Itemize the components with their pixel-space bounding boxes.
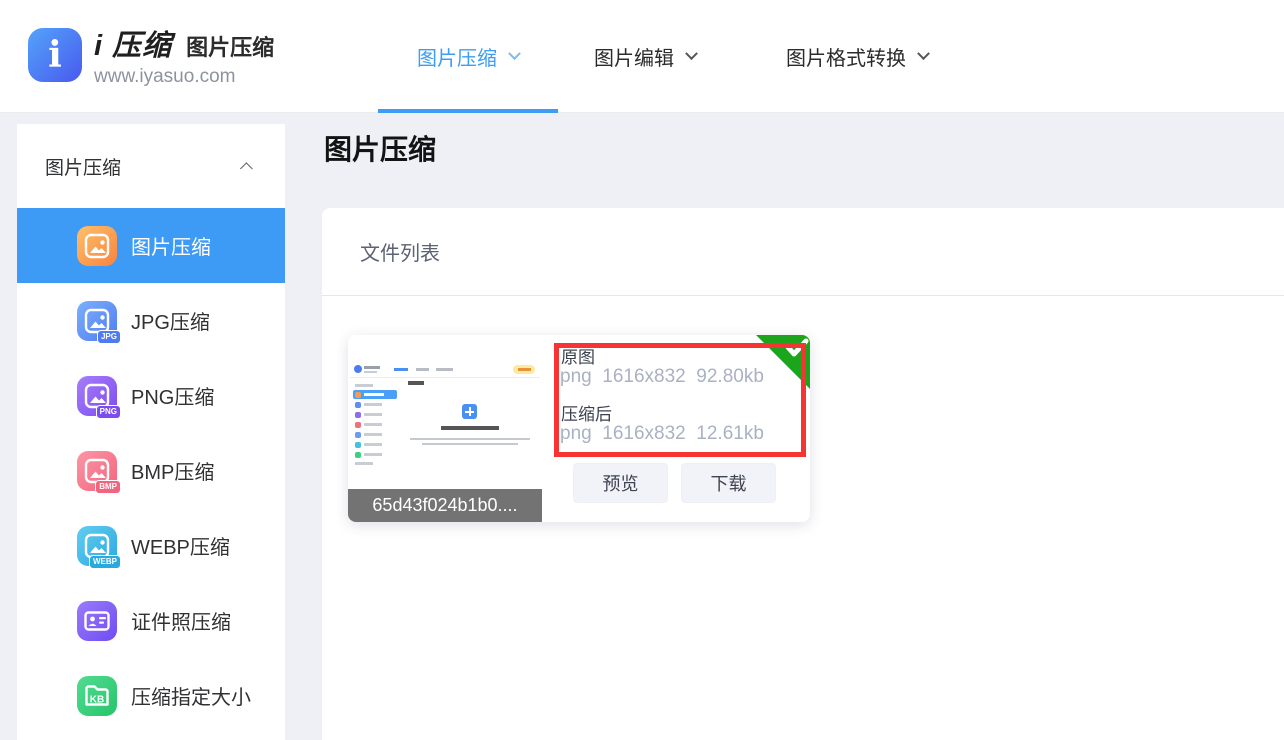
sidebar-item-label: 图片压缩	[131, 231, 211, 260]
top-header: i i 压缩 图片压缩 www.iyasuo.com 图片压缩 图片编辑 图片格…	[0, 0, 1284, 113]
sidebar-item-label: WEBP压缩	[131, 531, 230, 560]
chevron-down-icon	[917, 47, 930, 60]
sidebar-item-png-compress[interactable]: PNG PNG压缩	[17, 358, 285, 433]
preview-button[interactable]: 预览	[573, 463, 668, 503]
png-badge: PNG	[96, 405, 121, 419]
sidebar-item-label: 压缩指定大小	[131, 681, 251, 710]
png-compress-icon: PNG	[77, 376, 117, 416]
brand-name: i 压缩	[94, 22, 172, 64]
panel-header: 文件列表	[322, 208, 1284, 296]
chevron-up-icon	[240, 162, 253, 175]
sidebar-item-label: PNG压缩	[131, 381, 214, 410]
file-list-panel: 文件列表	[322, 208, 1284, 740]
sidebar-item-jpg-compress[interactable]: JPG JPG压缩	[17, 283, 285, 358]
jpg-compress-icon: JPG	[77, 301, 117, 341]
jpg-badge: JPG	[97, 330, 121, 344]
id-photo-icon	[77, 601, 117, 641]
download-button[interactable]: 下载	[681, 463, 776, 503]
original-label: 原图	[561, 343, 595, 368]
nav-item-label: 图片压缩	[417, 42, 497, 71]
image-compress-icon	[77, 226, 117, 266]
active-tab-underline	[378, 109, 558, 113]
file-card: 65d43f024b1b0.... 原图 png 1616x832 92.80k…	[348, 335, 810, 522]
sidebar-group-image-compress[interactable]: 图片压缩	[17, 124, 285, 208]
original-info: png 1616x832 92.80kb	[560, 366, 764, 388]
sidebar-item-id-photo-compress[interactable]: 证件照压缩	[17, 583, 285, 658]
thumbnail-mini-screenshot	[350, 361, 540, 461]
sidebar-group-title: 图片压缩	[45, 153, 121, 180]
brand-tagline: 图片压缩	[186, 30, 274, 62]
sidebar: 图片压缩 图片压缩 JPG JPG压缩	[17, 124, 285, 740]
chevron-down-icon	[685, 47, 698, 60]
sidebar-item-compress-to-size[interactable]: KB 压缩指定大小	[17, 658, 285, 733]
panel-title: 文件列表	[360, 237, 440, 266]
compressed-info: png 1616x832 12.61kb	[560, 423, 764, 445]
bmp-badge: BMP	[95, 480, 121, 494]
logo-icon: i	[28, 28, 82, 82]
sidebar-item-label: BMP压缩	[131, 456, 214, 485]
webp-badge: WEBP	[89, 555, 121, 569]
sidebar-item-image-compress[interactable]: 图片压缩	[17, 208, 285, 283]
nav-item-image-edit[interactable]: 图片编辑	[584, 0, 706, 113]
brand-url: www.iyasuo.com	[94, 66, 274, 88]
nav-item-label: 图片格式转换	[786, 42, 906, 71]
webp-compress-icon: WEBP	[77, 526, 117, 566]
top-nav: 图片压缩 图片编辑 图片格式转换	[378, 0, 938, 113]
chevron-down-icon	[508, 47, 521, 60]
nav-item-label: 图片编辑	[594, 42, 674, 71]
sidebar-item-label: 证件照压缩	[131, 606, 231, 635]
page-title: 图片压缩	[324, 128, 436, 168]
bmp-compress-icon: BMP	[77, 451, 117, 491]
file-name: 65d43f024b1b0....	[348, 489, 542, 522]
nav-item-image-compress[interactable]: 图片压缩	[378, 0, 558, 113]
site-logo[interactable]: i i 压缩 图片压缩 www.iyasuo.com	[28, 22, 274, 88]
nav-item-format-convert[interactable]: 图片格式转换	[776, 0, 938, 113]
compressed-label: 压缩后	[561, 400, 612, 425]
svg-text:KB: KB	[90, 694, 104, 705]
file-thumbnail[interactable]: 65d43f024b1b0....	[348, 335, 542, 522]
sidebar-item-bmp-compress[interactable]: BMP BMP压缩	[17, 433, 285, 508]
sidebar-item-label: JPG压缩	[131, 306, 210, 335]
sidebar-item-webp-compress[interactable]: WEBP WEBP压缩	[17, 508, 285, 583]
kb-size-icon: KB	[77, 676, 117, 716]
